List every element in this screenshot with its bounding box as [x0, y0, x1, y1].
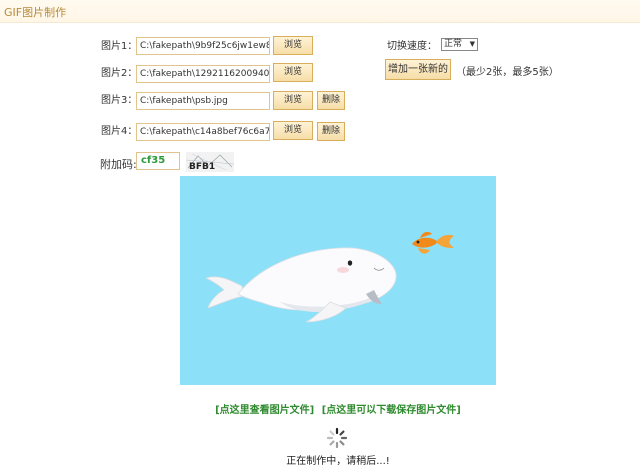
view-image-link[interactable]: [点这里查看图片文件]	[215, 405, 314, 416]
chevron-down-icon: ▼	[469, 40, 475, 48]
image-3-path-field[interactable]: C:\fakepath\psb.jpg	[136, 92, 270, 110]
speed-selected-value: 正常	[444, 39, 463, 49]
speed-label: 切换速度：	[387, 41, 437, 52]
loading-spinner-icon	[326, 427, 348, 449]
image-4-label: 图片4：	[101, 126, 138, 137]
image-1-label: 图片1：	[101, 41, 138, 52]
page-title: GIF图片制作	[4, 6, 67, 19]
status-text: 正在制作中，请稍后...!	[286, 456, 390, 467]
image-1-path-field[interactable]: C:\fakepath\9b9f25c6jw1ew8n0f	[136, 37, 270, 55]
image-4-delete-button[interactable]: 删除	[317, 122, 345, 141]
image-3-label: 图片3：	[101, 95, 138, 106]
captcha-label: 附加码:	[100, 158, 137, 171]
image-3-delete-button[interactable]: 删除	[317, 91, 345, 110]
captcha-image[interactable]: BFB1	[186, 152, 234, 172]
image-3-browse-button[interactable]: 浏览	[273, 91, 313, 110]
image-1-browse-button[interactable]: 浏览	[273, 36, 313, 55]
captcha-input[interactable]: cf35	[136, 152, 180, 170]
download-image-link[interactable]: [点这里可以下载保存图片文件]	[322, 405, 461, 416]
image-count-hint: （最少2张，最多5张）	[456, 67, 559, 78]
add-image-button[interactable]: 增加一张新的	[385, 59, 451, 80]
result-links: [点这里查看图片文件] [点这里可以下载保存图片文件]	[0, 401, 640, 416]
image-4-path-field[interactable]: C:\fakepath\c14a8bef76c6a7ef9	[136, 123, 270, 141]
image-2-path-field[interactable]: C:\fakepath\12921162009401.jp	[136, 65, 270, 83]
image-4-browse-button[interactable]: 浏览	[273, 121, 313, 140]
image-2-label: 图片2：	[101, 68, 138, 79]
captcha-char-1: BFB1	[189, 162, 215, 172]
speed-select[interactable]: 正常 ▼	[441, 38, 478, 51]
page-header: GIF图片制作	[0, 0, 640, 23]
gif-preview-image	[180, 176, 496, 385]
image-2-browse-button[interactable]: 浏览	[273, 63, 313, 82]
